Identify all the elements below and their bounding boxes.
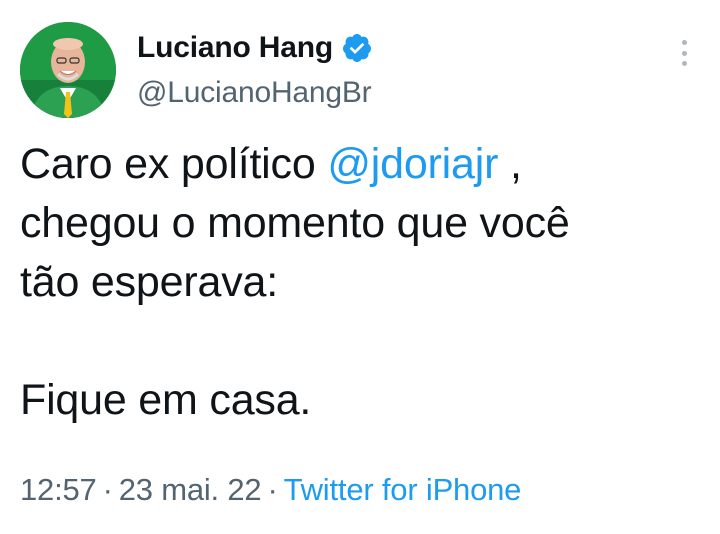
tweet-text-suffix: , [498, 140, 522, 188]
mention-link[interactable]: @jdoriajr [327, 140, 498, 188]
avatar[interactable] [20, 22, 116, 118]
dot [681, 40, 687, 45]
display-name[interactable]: Luciano Hang [137, 31, 333, 65]
tweet-line-1: Caro ex político @jdoriajr , [20, 135, 710, 194]
meta-separator: · [267, 472, 278, 507]
tweet-line-2: chegou o momento que você [20, 199, 570, 247]
dot [681, 61, 687, 66]
tweet-text: Caro ex político @jdoriajr , chegou o mo… [20, 135, 710, 430]
profile-photo-icon [20, 22, 116, 118]
dot [681, 50, 687, 56]
more-options-icon[interactable] [672, 38, 696, 68]
tweet-date[interactable]: 23 mai. 22 [119, 472, 262, 507]
tweet-time[interactable]: 12:57 [20, 472, 97, 507]
tweet-meta: 12:57 · 23 mai. 22 · Twitter for iPhone [20, 472, 521, 508]
source-link[interactable]: Twitter for iPhone [284, 472, 522, 507]
tweet-text-prefix: Caro ex político [20, 140, 328, 188]
tweet-line-3: tão esperava: [20, 258, 278, 306]
name-row: Luciano Hang [137, 26, 373, 70]
tweet-line-4: Fique em casa. [20, 376, 312, 424]
tweet-header: Luciano Hang @LucianoHangBr [137, 26, 373, 110]
tweet-card: Luciano Hang @LucianoHangBr Caro ex polí… [0, 0, 720, 534]
user-handle[interactable]: @LucianoHangBr [137, 76, 373, 110]
verified-badge-icon [341, 32, 373, 64]
meta-separator: · [102, 472, 113, 507]
